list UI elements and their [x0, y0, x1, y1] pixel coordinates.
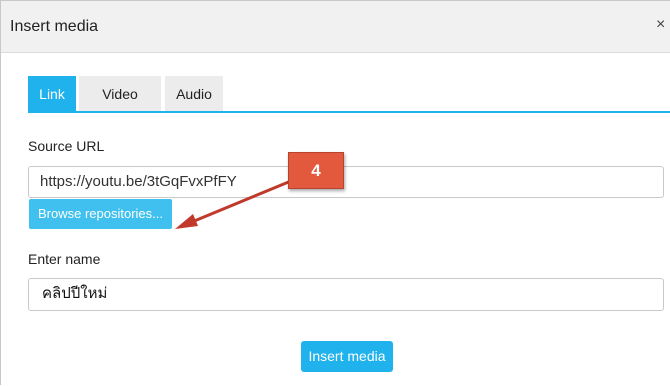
name-input[interactable]: คลิปปีใหม่ — [28, 278, 664, 311]
step-annotation-badge: 4 — [288, 152, 344, 189]
insert-media-dialog: Insert media × Link Video Audio Source U… — [0, 0, 670, 385]
tab-audio[interactable]: Audio — [165, 76, 223, 112]
dialog-title: Insert media — [10, 18, 99, 35]
enter-name-label: Enter name — [28, 251, 101, 267]
source-url-label: Source URL — [28, 138, 105, 154]
tab-video[interactable]: Video — [79, 76, 161, 112]
source-url-input[interactable]: https://youtu.be/3tGqFvxPfFY — [28, 166, 664, 198]
annotation-arrow-head — [175, 214, 198, 229]
browse-repositories-button[interactable]: Browse repositories... — [29, 199, 172, 229]
close-icon[interactable]: × — [656, 17, 665, 33]
insert-media-button[interactable]: Insert media — [301, 341, 393, 372]
tab-underline — [28, 111, 670, 113]
tab-link[interactable]: Link — [28, 76, 76, 112]
dialog-header: Insert media × — [1, 1, 670, 53]
